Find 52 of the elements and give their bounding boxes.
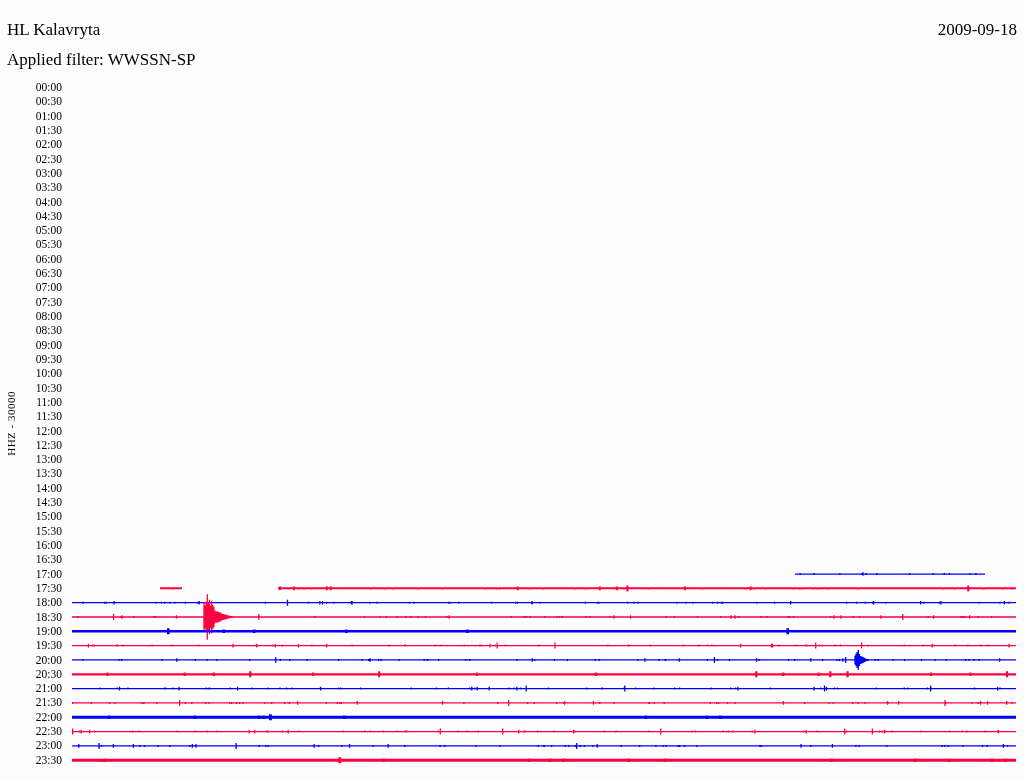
- date-label: 2009-09-18: [937, 20, 1017, 40]
- time-label: 19:30: [35, 638, 62, 653]
- time-label: 00:30: [35, 94, 62, 109]
- time-label: 08:30: [35, 323, 62, 338]
- time-label: 13:00: [35, 452, 62, 467]
- time-label: 22:00: [35, 709, 62, 725]
- time-label: 01:00: [35, 108, 62, 123]
- time-label: 18:30: [35, 609, 62, 624]
- time-label: 04:30: [35, 208, 62, 224]
- time-label: 19:00: [35, 623, 62, 639]
- channel-label: HHZ - 30000: [5, 391, 17, 457]
- time-label: 21:30: [35, 695, 62, 710]
- time-label: 12:30: [35, 437, 62, 453]
- time-label: 04:00: [35, 194, 62, 209]
- time-label: 22:30: [35, 724, 62, 739]
- time-label: 11:30: [36, 409, 62, 424]
- time-label: 02:00: [35, 137, 62, 152]
- time-label: 20:00: [35, 652, 62, 667]
- time-label: 18:00: [35, 595, 62, 610]
- station-title: HL Kalavryta: [7, 20, 101, 40]
- time-label: 12:00: [35, 423, 62, 438]
- time-label: 07:00: [35, 280, 62, 295]
- time-label: 02:30: [35, 151, 62, 166]
- time-label: 16:30: [35, 552, 62, 567]
- filter-label: Applied filter: WWSSN-SP: [7, 50, 196, 69]
- time-label: 15:00: [35, 509, 62, 524]
- time-label: 10:00: [35, 366, 62, 381]
- time-label: 03:30: [35, 180, 62, 195]
- time-label: 23:00: [35, 738, 62, 753]
- time-label: 11:00: [36, 394, 62, 410]
- time-label: 05:00: [35, 223, 62, 238]
- time-label: 16:00: [35, 538, 62, 553]
- time-label: 20:30: [35, 666, 62, 682]
- time-label: 00:00: [35, 80, 62, 95]
- time-label: 09:30: [35, 351, 62, 367]
- time-label: 14:00: [35, 480, 62, 496]
- time-label: 14:30: [35, 495, 62, 510]
- time-label: 05:30: [35, 237, 62, 252]
- time-label: 09:00: [35, 337, 62, 352]
- time-label: 13:30: [35, 466, 62, 481]
- time-label: 21:00: [35, 681, 62, 696]
- time-label: 17:30: [35, 580, 62, 596]
- time-label: 10:30: [35, 380, 62, 395]
- time-label: 23:30: [35, 752, 62, 767]
- time-label: 07:30: [35, 294, 62, 309]
- time-label: 15:30: [35, 523, 62, 538]
- time-label: 01:30: [35, 122, 62, 138]
- time-label: 03:00: [35, 165, 62, 181]
- time-label: 06:30: [35, 266, 62, 281]
- time-label: 06:00: [35, 251, 62, 267]
- time-label: 17:00: [35, 566, 62, 581]
- time-label: 08:00: [35, 309, 62, 324]
